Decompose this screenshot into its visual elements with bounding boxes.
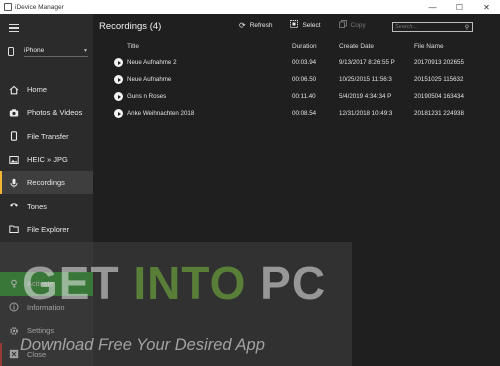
cell-duration: 00:11.40 (292, 93, 316, 100)
watermark-pc: PC (246, 257, 327, 309)
chevron-down-icon: ▼ (83, 47, 88, 54)
recordings-table: Title Duration Create Date File Name Neu… (93, 38, 500, 122)
sidebar-item-home[interactable]: Home (0, 78, 93, 101)
watermark-get: GET (22, 257, 134, 309)
phone-icon (8, 46, 14, 56)
select-label: Select (302, 21, 321, 29)
play-icon[interactable] (114, 58, 123, 67)
copy-button[interactable]: Copy (338, 20, 366, 30)
table-row[interactable]: Guns n Roses 00:11.40 5/4/2019 4:34:34 P… (93, 88, 500, 105)
play-icon[interactable] (114, 75, 123, 84)
hamburger-menu-icon[interactable] (9, 24, 19, 34)
close-window-button[interactable]: ✕ (473, 0, 500, 14)
cell-title: Neue Aufnahme (127, 76, 172, 83)
sidebar-item-label: Tones (27, 201, 48, 211)
search-box: ⚲ (392, 22, 473, 32)
window-title: iDevice Manager (15, 3, 64, 11)
sidebar-item-photos-videos[interactable]: Photos & Videos (0, 101, 93, 124)
device-name: iPhone (24, 47, 45, 54)
phone-icon (9, 131, 19, 141)
toolbar: ⟳ Refresh Select Copy (239, 20, 384, 30)
sidebar-item-label: File Transfer (27, 131, 69, 141)
sidebar-item-label: Home (27, 85, 48, 95)
sidebar-item-heic-jpg[interactable]: HEIC » JPG (0, 148, 93, 171)
maximize-button[interactable]: ☐ (446, 0, 473, 14)
cell-create-date: 12/31/2018 10:49:3 (339, 110, 393, 117)
watermark-tagline: Download Free Your Desired App (20, 336, 265, 354)
app-icon (4, 3, 12, 11)
play-icon[interactable] (114, 109, 123, 118)
folder-icon (9, 224, 19, 234)
cell-file-name: 20181231 224938 (414, 110, 464, 117)
sidebar-item-file-transfer[interactable]: File Transfer (0, 125, 93, 148)
refresh-label: Refresh (249, 21, 273, 29)
play-cell (93, 92, 127, 101)
select-icon (290, 20, 299, 30)
cell-file-name: 20151025 115632 (414, 76, 464, 83)
sidebar-item-label: Recordings (27, 178, 65, 188)
copy-label: Copy (350, 21, 366, 29)
sidebar-nav: Home Photos & Videos File Transfer HEIC … (0, 78, 93, 241)
sidebar-item-tones[interactable]: Tones (0, 194, 93, 217)
play-cell (93, 109, 127, 118)
window-titlebar: iDevice Manager — ☐ ✕ (0, 0, 500, 14)
refresh-icon: ⟳ (239, 20, 246, 30)
sidebar-item-label: Photos & Videos (27, 108, 83, 118)
sidebar-item-recordings[interactable]: Recordings (0, 171, 93, 195)
watermark-into: INTO (133, 257, 247, 309)
table-header: Title Duration Create Date File Name (93, 38, 500, 54)
device-selector-row: iPhone ▼ (8, 44, 88, 58)
cell-create-date: 9/13/2017 8:26:55 P (339, 59, 395, 66)
column-header-file-name[interactable]: File Name (410, 43, 490, 50)
home-icon (9, 85, 19, 95)
play-icon[interactable] (114, 92, 123, 101)
refresh-button[interactable]: ⟳ Refresh (239, 20, 272, 30)
table-row[interactable]: Anke Weihnachten 2018 00:08.54 12/31/201… (93, 105, 500, 122)
table-row[interactable]: Neue Aufnahme 2 00:03.94 9/13/2017 8:26:… (93, 54, 500, 71)
column-header-duration[interactable]: Duration (292, 43, 339, 50)
column-header-title[interactable]: Title (127, 43, 292, 50)
device-dropdown[interactable]: iPhone ▼ (24, 45, 88, 57)
cell-title: Neue Aufnahme 2 (127, 59, 177, 66)
phone-ring-icon (9, 201, 19, 211)
cell-file-name: 20190504 163434 (414, 93, 464, 100)
page-title: Recordings (4) (99, 20, 162, 32)
cell-duration: 00:03.94 (292, 59, 317, 66)
play-cell (93, 75, 127, 84)
sidebar-item-label: File Explorer (27, 224, 70, 234)
cell-duration: 00:08.54 (292, 110, 317, 117)
copy-icon (338, 20, 347, 30)
cell-title: Guns n Roses (127, 93, 167, 100)
image-icon (9, 155, 19, 165)
sidebar-item-file-explorer[interactable]: File Explorer (0, 218, 93, 241)
cell-title: Anke Weihnachten 2018 (127, 110, 195, 117)
cell-duration: 00:06.50 (292, 76, 317, 83)
search-icon[interactable]: ⚲ (462, 24, 472, 31)
microphone-icon (9, 178, 19, 188)
search-input[interactable] (393, 23, 462, 31)
window-controls: — ☐ ✕ (419, 0, 500, 14)
camera-icon (9, 108, 19, 118)
play-cell (93, 58, 127, 67)
cell-create-date: 10/25/2015 11:56:3 (339, 76, 392, 83)
sidebar-item-label: HEIC » JPG (27, 155, 68, 165)
watermark-logo: GET INTO PC (22, 256, 326, 310)
cell-create-date: 5/4/2019 4:34:34 P (339, 93, 392, 100)
table-row[interactable]: Neue Aufnahme 00:06.50 10/25/2015 11:56:… (93, 71, 500, 88)
cell-file-name: 20170913 202655 (414, 59, 464, 66)
column-header-create-date[interactable]: Create Date (339, 43, 410, 50)
minimize-button[interactable]: — (419, 0, 446, 14)
select-button[interactable]: Select (290, 20, 321, 30)
